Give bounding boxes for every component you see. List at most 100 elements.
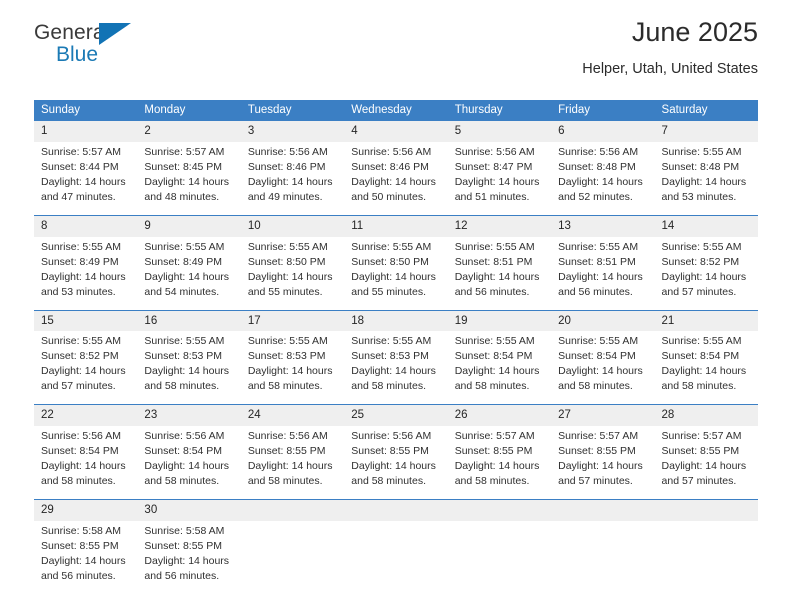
day-number[interactable]: 14 [654, 214, 758, 237]
sunset-text: Sunset: 8:47 PM [454, 160, 533, 173]
daylight-text-line1: Daylight: 14 hours [661, 270, 747, 283]
day-number[interactable]: 3 [240, 121, 345, 142]
day-number[interactable]: 17 [240, 309, 345, 332]
daylight-text-line2: and 50 minutes. [351, 190, 426, 203]
title-block: June 2025 Helper, Utah, United States [582, 17, 758, 77]
day-cell-empty [551, 520, 655, 594]
day-cell[interactable]: Sunrise: 5:55 AM Sunset: 8:53 PM Dayligh… [240, 331, 345, 405]
sunset-text: Sunset: 8:45 PM [144, 160, 223, 173]
day-number[interactable]: 10 [240, 214, 345, 237]
day-cell[interactable]: Sunrise: 5:55 AM Sunset: 8:50 PM Dayligh… [344, 236, 448, 311]
day-cell[interactable]: Sunrise: 5:57 AM Sunset: 8:55 PM Dayligh… [654, 426, 758, 500]
day-number[interactable]: 13 [551, 214, 655, 237]
sunset-text: Sunset: 8:51 PM [558, 255, 636, 268]
day-cell[interactable]: Sunrise: 5:56 AM Sunset: 8:55 PM Dayligh… [344, 426, 448, 500]
sunset-text: Sunset: 8:48 PM [661, 160, 740, 173]
day-cell[interactable]: Sunrise: 5:55 AM Sunset: 8:48 PM Dayligh… [654, 141, 758, 216]
day-number[interactable]: 18 [344, 309, 448, 332]
day-cell[interactable]: Sunrise: 5:55 AM Sunset: 8:54 PM Dayligh… [654, 331, 758, 405]
day-number[interactable]: 23 [137, 404, 241, 427]
daylight-text-line1: Daylight: 14 hours [144, 365, 230, 378]
day-number[interactable]: 24 [240, 404, 345, 427]
day-number[interactable]: 20 [551, 309, 655, 332]
day-cell[interactable]: Sunrise: 5:56 AM Sunset: 8:46 PM Dayligh… [344, 141, 448, 216]
sunrise-text: Sunrise: 5:55 AM [661, 335, 742, 348]
sunrise-text: Sunrise: 5:57 AM [661, 430, 742, 443]
day-cell[interactable]: Sunrise: 5:55 AM Sunset: 8:51 PM Dayligh… [447, 236, 552, 311]
day-cell[interactable]: Sunrise: 5:56 AM Sunset: 8:48 PM Dayligh… [551, 141, 655, 216]
day-cell[interactable]: Sunrise: 5:58 AM Sunset: 8:55 PM Dayligh… [34, 520, 138, 594]
day-number[interactable]: 12 [447, 214, 552, 237]
day-number[interactable]: 26 [447, 404, 552, 427]
day-cell[interactable]: Sunrise: 5:57 AM Sunset: 8:55 PM Dayligh… [551, 426, 655, 500]
day-cell[interactable]: Sunrise: 5:55 AM Sunset: 8:51 PM Dayligh… [551, 236, 655, 311]
day-number-row: 22 23 24 25 26 27 28 [34, 404, 758, 427]
daylight-text-line2: and 54 minutes. [144, 285, 220, 298]
daylight-text-line1: Daylight: 14 hours [661, 460, 747, 473]
weekday-header-thursday: Thursday [447, 100, 552, 121]
day-cell[interactable]: Sunrise: 5:57 AM Sunset: 8:44 PM Dayligh… [34, 141, 138, 216]
day-cell[interactable]: Sunrise: 5:56 AM Sunset: 8:55 PM Dayligh… [240, 426, 345, 500]
day-cell[interactable]: Sunrise: 5:55 AM Sunset: 8:50 PM Dayligh… [240, 236, 345, 311]
day-number[interactable]: 6 [551, 121, 655, 142]
sunset-text: Sunset: 8:50 PM [351, 255, 429, 268]
daylight-text-line2: and 51 minutes. [454, 190, 530, 203]
day-cell[interactable]: Sunrise: 5:56 AM Sunset: 8:54 PM Dayligh… [137, 426, 241, 500]
day-number[interactable]: 11 [344, 214, 448, 237]
sunset-text: Sunset: 8:52 PM [661, 255, 740, 268]
day-number[interactable]: 25 [344, 404, 448, 427]
day-number[interactable]: 19 [447, 309, 552, 332]
day-cell[interactable]: Sunrise: 5:55 AM Sunset: 8:54 PM Dayligh… [447, 331, 552, 405]
day-number[interactable]: 15 [34, 309, 138, 332]
sunrise-text: Sunrise: 5:57 AM [454, 430, 535, 443]
day-cell[interactable]: Sunrise: 5:56 AM Sunset: 8:54 PM Dayligh… [34, 426, 138, 500]
day-cell[interactable]: Sunrise: 5:57 AM Sunset: 8:45 PM Dayligh… [137, 141, 241, 216]
day-cell[interactable]: Sunrise: 5:55 AM Sunset: 8:53 PM Dayligh… [137, 331, 241, 405]
day-number[interactable]: 5 [447, 121, 552, 142]
sunrise-text: Sunrise: 5:55 AM [144, 335, 225, 348]
sunrise-text: Sunrise: 5:55 AM [247, 240, 328, 253]
day-cell[interactable]: Sunrise: 5:58 AM Sunset: 8:55 PM Dayligh… [137, 520, 241, 594]
day-number[interactable]: 8 [34, 214, 138, 237]
sunset-text: Sunset: 8:55 PM [41, 539, 119, 552]
day-cell[interactable]: Sunrise: 5:55 AM Sunset: 8:54 PM Dayligh… [551, 331, 655, 405]
sunset-text: Sunset: 8:54 PM [558, 350, 636, 363]
day-number[interactable]: 2 [137, 121, 241, 142]
sunrise-text: Sunrise: 5:55 AM [454, 335, 535, 348]
day-number[interactable]: 22 [34, 404, 138, 427]
calendar-week-3: 15 16 17 18 19 20 21 Sunrise: 5:55 AM Su… [34, 309, 758, 405]
daylight-text-line2: and 58 minutes. [247, 380, 323, 393]
calendar-page: General Blue June 2025 Helper, Utah, Uni… [0, 0, 792, 612]
day-cell[interactable]: Sunrise: 5:55 AM Sunset: 8:52 PM Dayligh… [34, 331, 138, 405]
daylight-text-line2: and 55 minutes. [351, 285, 426, 298]
daylight-text-line1: Daylight: 14 hours [247, 365, 333, 378]
day-cell[interactable]: Sunrise: 5:55 AM Sunset: 8:53 PM Dayligh… [344, 331, 448, 405]
day-cell[interactable]: Sunrise: 5:56 AM Sunset: 8:47 PM Dayligh… [447, 141, 552, 216]
daylight-text-line1: Daylight: 14 hours [247, 270, 333, 283]
brand-logo[interactable]: General Blue [34, 22, 144, 68]
day-number[interactable]: 28 [654, 404, 758, 427]
day-number[interactable]: 29 [34, 499, 138, 521]
sunrise-text: Sunrise: 5:55 AM [558, 240, 639, 253]
day-number[interactable]: 7 [654, 121, 758, 142]
day-cell[interactable]: Sunrise: 5:57 AM Sunset: 8:55 PM Dayligh… [447, 426, 552, 500]
sunrise-text: Sunrise: 5:55 AM [454, 240, 535, 253]
day-cell[interactable]: Sunrise: 5:55 AM Sunset: 8:49 PM Dayligh… [137, 236, 241, 311]
day-number[interactable]: 1 [34, 121, 138, 142]
daylight-text-line2: and 58 minutes. [144, 380, 220, 393]
day-number[interactable]: 16 [137, 309, 241, 332]
day-cell[interactable]: Sunrise: 5:55 AM Sunset: 8:49 PM Dayligh… [34, 236, 138, 311]
daylight-text-line1: Daylight: 14 hours [247, 460, 333, 473]
day-number[interactable]: 27 [551, 404, 655, 427]
daylight-text-line1: Daylight: 14 hours [454, 460, 540, 473]
sunrise-text: Sunrise: 5:55 AM [661, 145, 742, 158]
day-number[interactable]: 9 [137, 214, 241, 237]
day-number[interactable]: 30 [137, 499, 241, 521]
day-number[interactable]: 21 [654, 309, 758, 332]
day-cell[interactable]: Sunrise: 5:55 AM Sunset: 8:52 PM Dayligh… [654, 236, 758, 311]
daylight-text-line1: Daylight: 14 hours [661, 365, 747, 378]
location-subtitle: Helper, Utah, United States [582, 60, 758, 77]
day-cell[interactable]: Sunrise: 5:56 AM Sunset: 8:46 PM Dayligh… [240, 141, 345, 216]
calendar-week-1: 1 2 3 4 5 6 7 Sunrise: 5:57 AM Sunset: 8… [34, 121, 758, 216]
day-number[interactable]: 4 [344, 121, 448, 142]
